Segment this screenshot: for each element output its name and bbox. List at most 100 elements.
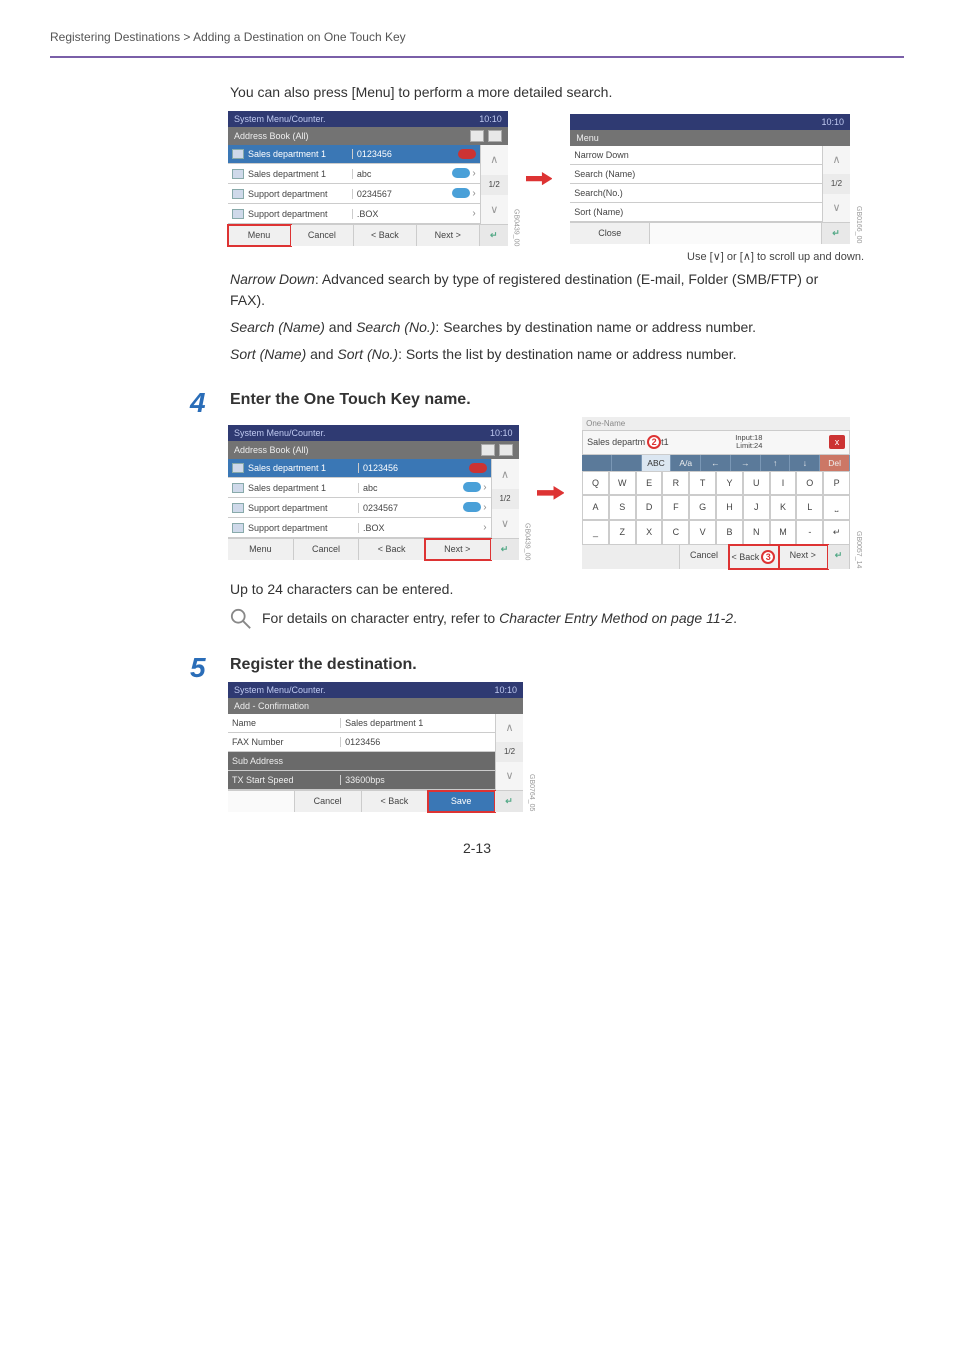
dest-icon (232, 483, 244, 493)
scroll-up-button[interactable]: ∧ (822, 146, 850, 174)
menu-item[interactable]: Narrow Down (570, 146, 822, 165)
scroll-down-button[interactable]: ∨ (495, 762, 523, 790)
kbd-next-button[interactable]: Next > (779, 545, 828, 569)
status-pill (458, 149, 476, 159)
menu-button[interactable]: Menu (228, 539, 294, 560)
key-J[interactable]: J (743, 495, 770, 520)
dest-icon (232, 523, 244, 533)
key-B[interactable]: B (716, 520, 743, 545)
search-icon[interactable] (499, 444, 513, 456)
confirmation-panel: System Menu/Counter. 10:10 Add - Confirm… (228, 682, 523, 812)
scroll-down-button[interactable]: ∨ (480, 195, 508, 225)
kbd-mode-ABC[interactable]: ABC (642, 455, 672, 471)
addr-row[interactable]: Support department .BOX › (228, 518, 491, 538)
sort-icon[interactable] (481, 444, 495, 456)
chevron-right-icon[interactable]: › (472, 208, 475, 219)
close-icon[interactable]: x (829, 435, 845, 449)
key-V[interactable]: V (689, 520, 716, 545)
key-G[interactable]: G (689, 495, 716, 520)
cancel-button[interactable]: Cancel (291, 225, 354, 246)
key-Q[interactable]: Q (582, 471, 609, 495)
menu-item[interactable]: Sort (Name) (570, 203, 822, 222)
kbd-input-value: Sales departm2t1 (587, 435, 669, 449)
menu-button[interactable]: Menu (228, 225, 291, 246)
addr-row[interactable]: Support department 0234567 › (228, 498, 491, 518)
scroll-up-button[interactable]: ∧ (480, 145, 508, 175)
key-S[interactable]: S (609, 495, 636, 520)
enter-button[interactable]: ↵ (480, 225, 508, 246)
kbd-mode-Del[interactable]: Del (820, 455, 850, 471)
menu-item[interactable]: Search (Name) (570, 165, 822, 184)
key-C[interactable]: C (662, 520, 689, 545)
kbd-mode-↑[interactable]: ↑ (761, 455, 791, 471)
key-Z[interactable]: Z (609, 520, 636, 545)
key-↵[interactable]: ↵ (823, 520, 850, 545)
key-M[interactable]: M (770, 520, 797, 545)
sort-icon[interactable] (470, 130, 484, 142)
kbd-mode-blank[interactable] (582, 455, 612, 471)
addr-val: .BOX (352, 209, 444, 219)
key-T[interactable]: T (689, 471, 716, 495)
confirm-row: TX Start Speed33600bps (228, 771, 495, 790)
panel-subtitle: Address Book (All) (234, 131, 309, 141)
next-button[interactable]: Next > (425, 539, 491, 560)
step-number: 4 (190, 387, 206, 419)
addr-row[interactable]: Sales department 1 0123456 (228, 145, 480, 164)
addr-row[interactable]: Sales department 1 0123456 (228, 459, 491, 478)
addr-row[interactable]: Sales department 1 abc › (228, 478, 491, 498)
key-K[interactable]: K (770, 495, 797, 520)
enter-button[interactable]: ↵ (491, 539, 519, 560)
scroll-down-button[interactable]: ∨ (491, 509, 519, 539)
key-W[interactable]: W (609, 471, 636, 495)
addr-row[interactable]: Support department .BOX › (228, 204, 480, 224)
search-icon[interactable] (488, 130, 502, 142)
key-Y[interactable]: Y (716, 471, 743, 495)
save-button[interactable]: Save (428, 791, 495, 812)
status-pill (452, 188, 470, 198)
chevron-right-icon[interactable]: › (472, 188, 475, 199)
back-button[interactable]: < Back (354, 225, 417, 246)
menu-item[interactable]: Search(No.) (570, 184, 822, 203)
key--[interactable]: - (796, 520, 823, 545)
kbd-mode-↓[interactable]: ↓ (790, 455, 820, 471)
kbd-mode-blank[interactable] (612, 455, 642, 471)
key-E[interactable]: E (636, 471, 663, 495)
key-X[interactable]: X (636, 520, 663, 545)
cancel-button[interactable]: Cancel (294, 539, 360, 560)
addr-row[interactable]: Sales department 1 abc › (228, 164, 480, 184)
scroll-up-button[interactable]: ∧ (491, 459, 519, 489)
key-_[interactable]: _ (582, 520, 609, 545)
key-A[interactable]: A (582, 495, 609, 520)
back-button[interactable]: < Back (359, 539, 425, 560)
cancel-button[interactable]: Cancel (295, 791, 362, 812)
key-N[interactable]: N (743, 520, 770, 545)
next-button[interactable]: Next > (417, 225, 480, 246)
key-O[interactable]: O (796, 471, 823, 495)
kbd-mode-A/a[interactable]: A/a (671, 455, 701, 471)
kbd-mode-←[interactable]: ← (701, 455, 731, 471)
key-P[interactable]: P (823, 471, 850, 495)
scroll-up-button[interactable]: ∧ (495, 714, 523, 742)
enter-button[interactable]: ↵ (822, 223, 850, 244)
key-D[interactable]: D (636, 495, 663, 520)
key-R[interactable]: R (662, 471, 689, 495)
key-⎵[interactable]: ⎵ (823, 495, 850, 520)
kbd-enter-button[interactable]: ↵ (828, 545, 850, 569)
panel-code: GB0166_00 (855, 206, 862, 243)
back-button[interactable]: < Back (362, 791, 429, 812)
close-button[interactable]: Close (570, 223, 650, 244)
scroll-down-button[interactable]: ∨ (822, 194, 850, 222)
step-title: Register the destination. (230, 656, 850, 674)
key-L[interactable]: L (796, 495, 823, 520)
key-H[interactable]: H (716, 495, 743, 520)
kbd-cancel-button[interactable]: Cancel (680, 545, 729, 569)
enter-button[interactable]: ↵ (495, 791, 523, 812)
kbd-back-button[interactable]: < Back3 (729, 545, 778, 569)
kbd-mode-→[interactable]: → (731, 455, 761, 471)
chevron-right-icon[interactable]: › (472, 168, 475, 179)
key-U[interactable]: U (743, 471, 770, 495)
addr-row[interactable]: Support department 0234567 › (228, 184, 480, 204)
addr-name: Support department (248, 189, 328, 199)
key-F[interactable]: F (662, 495, 689, 520)
key-I[interactable]: I (770, 471, 797, 495)
